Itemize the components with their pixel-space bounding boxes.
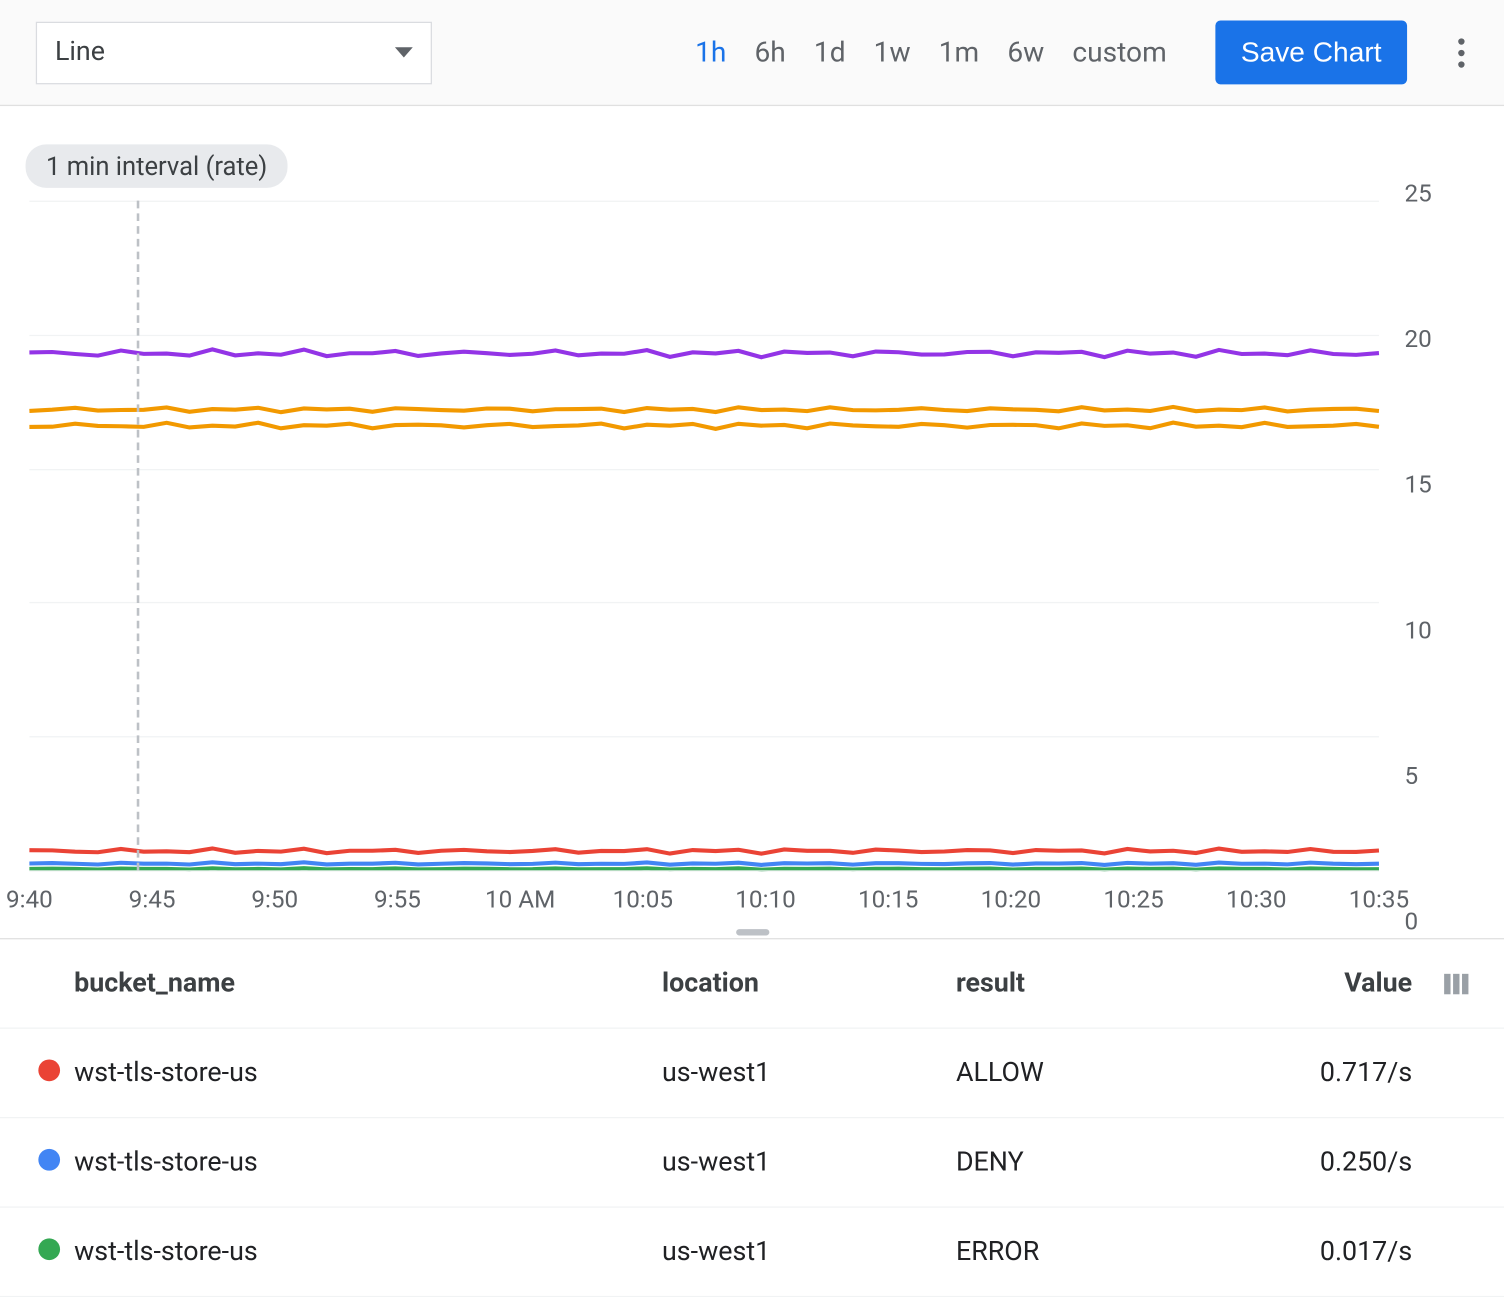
y-tick-label: 10 [1392, 615, 1464, 644]
cell-location: us-west1 [662, 1236, 956, 1267]
x-tick-label: 9:50 [251, 884, 298, 913]
gridline [29, 870, 1379, 871]
x-tick-label: 10:25 [1103, 884, 1163, 913]
cell-bucket-name: wst-tls-store-us [74, 1236, 662, 1267]
chart-lines [29, 201, 1379, 871]
time-range-tabs: 1h6h1d1w1m6wcustom [685, 29, 1177, 76]
gridline [29, 201, 1379, 202]
save-chart-button[interactable]: Save Chart [1215, 20, 1407, 84]
series-line-orange-upper[interactable] [29, 407, 1379, 412]
range-tab-1d[interactable]: 1d [804, 29, 856, 76]
cell-value: 0.017/s [1212, 1236, 1420, 1267]
more-options-button[interactable] [1440, 32, 1481, 73]
chevron-down-icon [395, 47, 413, 57]
chart-cursor-line [137, 201, 140, 871]
toolbar: Line 1h6h1d1w1m6wcustom Save Chart [0, 0, 1504, 106]
legend-table: bucket_name location result Value wst-tl… [0, 938, 1504, 1297]
range-tab-6h[interactable]: 6h [744, 29, 796, 76]
series-line-red[interactable] [29, 848, 1379, 853]
chart-type-value: Line [55, 37, 105, 68]
chart-plot[interactable]: 9:409:459:509:5510 AM10:0510:1010:1510:2… [19, 193, 1463, 921]
x-tick-label: 10:30 [1226, 884, 1286, 913]
col-value[interactable]: Value [1212, 968, 1420, 999]
x-axis: 9:409:459:509:5510 AM10:0510:1010:1510:2… [29, 875, 1379, 921]
range-tab-1w[interactable]: 1w [863, 29, 920, 76]
more-vert-icon [1458, 61, 1464, 67]
chart-container: 1 min interval (rate) 9:40 9:45 9:50 9:55 10… [0, 106, 1504, 921]
col-bucket-name[interactable]: bucket_name [74, 968, 662, 999]
y-tick-label: 25 [1392, 178, 1464, 207]
series-line-purple[interactable] [29, 349, 1379, 357]
x-tick-label: 10:20 [981, 884, 1041, 913]
resize-handle[interactable] [735, 929, 768, 935]
y-tick-label: 15 [1392, 470, 1464, 499]
col-location[interactable]: location [662, 968, 956, 999]
y-tick-label: 5 [1392, 761, 1464, 790]
gridline [29, 335, 1379, 336]
x-tick-label: 9:40 [6, 884, 53, 913]
cell-value: 0.250/s [1212, 1147, 1420, 1178]
cell-location: us-west1 [662, 1147, 956, 1178]
range-tab-6w[interactable]: 6w [997, 29, 1054, 76]
plot-area [29, 201, 1379, 871]
series-color-dot [38, 1148, 60, 1170]
columns-icon [1444, 973, 1450, 993]
cell-location: us-west1 [662, 1058, 956, 1089]
series-line-orange-lower[interactable] [29, 423, 1379, 429]
table-row[interactable]: wst-tls-store-usus-west1ERROR0.017/s [0, 1208, 1504, 1297]
table-header-row: bucket_name location result Value [0, 939, 1504, 1028]
more-vert-icon [1458, 49, 1464, 55]
cell-bucket-name: wst-tls-store-us [74, 1058, 662, 1089]
x-tick-label: 9:45 [129, 884, 176, 913]
series-line-blue[interactable] [29, 862, 1379, 865]
range-tab-custom[interactable]: custom [1062, 29, 1177, 76]
y-tick-label: 20 [1392, 324, 1464, 353]
cell-result: ERROR [956, 1236, 1212, 1267]
range-tab-1m[interactable]: 1m [929, 29, 990, 76]
cell-result: DENY [956, 1147, 1212, 1178]
more-vert-icon [1458, 38, 1464, 44]
range-tab-1h[interactable]: 1h [685, 29, 737, 76]
y-tick-label: 0 [1392, 907, 1464, 936]
x-tick-label: 10:15 [858, 884, 918, 913]
series-color-dot [38, 1238, 60, 1260]
cell-value: 0.717/s [1212, 1058, 1420, 1089]
x-tick-label: 9:55 [374, 884, 421, 913]
cell-result: ALLOW [956, 1058, 1212, 1089]
column-picker-button[interactable] [1420, 973, 1492, 993]
col-result[interactable]: result [956, 968, 1212, 999]
x-tick-label: 10:05 [613, 884, 673, 913]
series-color-dot [38, 1059, 60, 1081]
table-row[interactable]: wst-tls-store-usus-west1DENY0.250/s [0, 1118, 1504, 1207]
x-tick-label: 10 AM [485, 884, 555, 913]
chart-type-select[interactable]: Line [36, 21, 432, 84]
cell-bucket-name: wst-tls-store-us [74, 1147, 662, 1178]
x-tick-label: 10:10 [735, 884, 795, 913]
columns-icon [1453, 973, 1459, 993]
gridline [29, 602, 1379, 603]
gridline [29, 469, 1379, 470]
columns-icon [1462, 973, 1468, 993]
gridline [29, 736, 1379, 737]
interval-badge: 1 min interval (rate) [26, 144, 288, 187]
table-row[interactable]: wst-tls-store-usus-west1ALLOW0.717/s [0, 1029, 1504, 1118]
